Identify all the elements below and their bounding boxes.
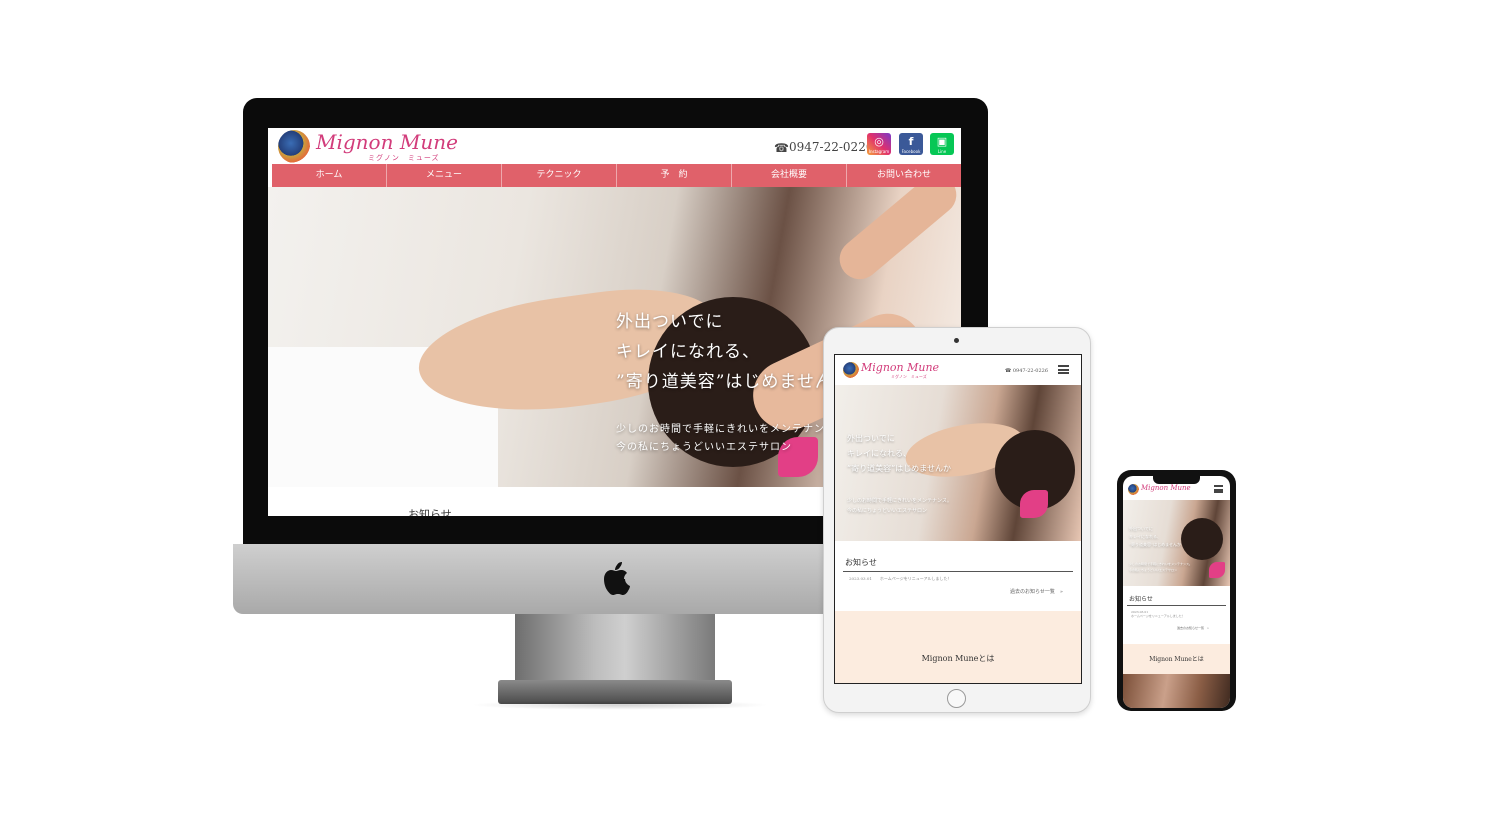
hero-headline-3: ”寄り道美容”はじめませんか — [616, 372, 851, 392]
nav-item-company[interactable]: 会社概要 — [732, 164, 847, 187]
facebook-caption: Facebook — [901, 149, 921, 154]
nav-item-technique[interactable]: テクニック — [502, 164, 617, 187]
tablet-news-title: ホームページをリニューアルしました！ — [879, 576, 952, 581]
tablet-camera — [954, 338, 959, 343]
tablet-logo-text[interactable]: Mignon Mune — [861, 361, 939, 374]
news-heading: お知らせ — [408, 508, 452, 516]
phone-hero-subtext-2: 今の私にちょうどいいエステサロン — [1129, 568, 1178, 572]
phone-news-more-link[interactable]: 過去のお知らせ一覧 » — [1177, 626, 1209, 630]
line-caption: Line — [937, 149, 947, 154]
phone-news-item[interactable]: 2023.03.01 ホームページをリニューアルしました！ — [1131, 610, 1185, 618]
instagram-icon[interactable]: ◎ Instagram — [867, 133, 891, 155]
phone-hero-flower-shape — [1209, 562, 1225, 578]
phone-about-photo — [1123, 674, 1230, 708]
nav-item-menu[interactable]: メニュー — [387, 164, 502, 187]
phone-hero-hair-shape — [1181, 518, 1223, 560]
line-icon[interactable]: ▣ Line — [930, 133, 954, 155]
tablet-hero-headline-3: ”寄り道美容”はじめませんか — [847, 464, 951, 473]
tablet-phone-text: 0947-22-0226 — [1012, 368, 1049, 374]
hero-subtext-2: 今の私にちょうどいいエステサロン — [616, 442, 792, 453]
tablet-news-more-link[interactable]: 過去のお知らせ一覧 » — [1010, 588, 1063, 595]
nav-item-reservation[interactable]: 予 約 — [617, 164, 732, 187]
instagram-caption: Instagram — [868, 149, 890, 154]
phone-hero-headline-3: ”寄り道美容”はじめませんか — [1129, 542, 1181, 547]
tablet-hero-flower-shape — [1020, 490, 1048, 518]
tablet-news-item[interactable]: 2023.03.01 ホームページをリニューアルしました！ — [849, 576, 952, 582]
hero-headline-2: キレイになれる、 — [616, 342, 760, 362]
phone-icon: ☎ — [774, 141, 789, 155]
tablet-news-divider — [843, 571, 1073, 572]
phone-news-divider — [1127, 605, 1226, 606]
tablet-hero-headline-2: キレイになれる、 — [847, 449, 911, 458]
tablet-phone-number[interactable]: ☎ 0947-22-0226 — [1005, 368, 1048, 374]
tablet-about-section: Mignon Muneとは — [835, 611, 1081, 683]
phone-screen: Mignon Mune 外出ついでに キレイになれる、 ”寄り道美容”はじめませ… — [1123, 476, 1230, 708]
nav-item-home[interactable]: ホーム — [272, 164, 387, 187]
phone-hero-image: 外出ついでに キレイになれる、 ”寄り道美容”はじめませんか 少しのお時間で手軽… — [1123, 500, 1230, 586]
nav-item-contact[interactable]: お問い合わせ — [847, 164, 961, 187]
tablet-hero-headline-1: 外出ついでに — [847, 434, 895, 443]
hero-arm-shape — [831, 187, 961, 288]
tablet-logo-mark[interactable] — [843, 362, 859, 378]
tablet-news-heading: お知らせ — [845, 558, 877, 567]
phone-logo-mark[interactable] — [1128, 484, 1139, 495]
desktop-monitor-stand — [515, 614, 715, 684]
facebook-icon[interactable]: f Facebook — [899, 133, 923, 155]
phone-notch — [1153, 476, 1200, 484]
phone-hamburger-menu-icon[interactable] — [1214, 485, 1223, 493]
hamburger-menu-icon[interactable] — [1058, 365, 1069, 374]
phone-news-title: ホームページをリニューアルしました！ — [1131, 614, 1185, 618]
phone-about-heading: Mignon Muneとは — [1149, 656, 1204, 663]
tablet-hero-subtext-1: 少しのお時間で手軽にきれいをメンテナンス。 — [847, 498, 952, 504]
hero-subtext-1: 少しのお時間で手軽にきれいをメンテナンス。 — [616, 424, 847, 435]
desktop-shadow — [470, 700, 770, 710]
phone-news-heading: お知らせ — [1129, 596, 1153, 603]
site-logo-mark[interactable] — [278, 130, 310, 163]
site-logo-text[interactable]: Mignon Mune — [316, 130, 458, 154]
site-logo-subtitle: ミグノン ミューズ — [368, 154, 440, 162]
phone-hero-headline-1: 外出ついでに — [1129, 526, 1153, 531]
phone-about-section: Mignon Muneとは — [1123, 644, 1230, 674]
tablet-hero-subtext-2: 今の私にちょうどいいエステサロン — [847, 508, 928, 514]
phone-logo-text[interactable]: Mignon Mune — [1141, 484, 1191, 492]
apple-logo-icon — [604, 562, 630, 595]
phone-hero-subtext-1: 少しのお時間で手軽にきれいをメンテナンス。 — [1129, 562, 1192, 566]
hero-headline-1: 外出ついでに — [616, 312, 724, 332]
header-phone-number[interactable]: 0947-22-0226 — [789, 140, 873, 154]
tablet-news-date: 2023.03.01 — [849, 576, 872, 581]
tablet-hero-image: 外出ついでに キレイになれる、 ”寄り道美容”はじめませんか 少しのお時間で手軽… — [835, 385, 1081, 541]
tablet-logo-subtitle: ミグノン ミューズ — [891, 374, 927, 379]
global-nav: ホーム メニュー テクニック 予 約 会社概要 お問い合わせ — [272, 164, 961, 187]
phone-hero-headline-2: キレイになれる、 — [1129, 534, 1161, 539]
tablet-about-heading: Mignon Muneとは — [921, 654, 995, 663]
site-header: Mignon Mune ミグノン ミューズ ☎ 0947-22-0226 ◎ In… — [268, 128, 961, 165]
tablet-screen: Mignon Mune ミグノン ミューズ ☎ 0947-22-0226 外出つ… — [834, 354, 1082, 684]
tablet-home-button — [947, 689, 966, 708]
